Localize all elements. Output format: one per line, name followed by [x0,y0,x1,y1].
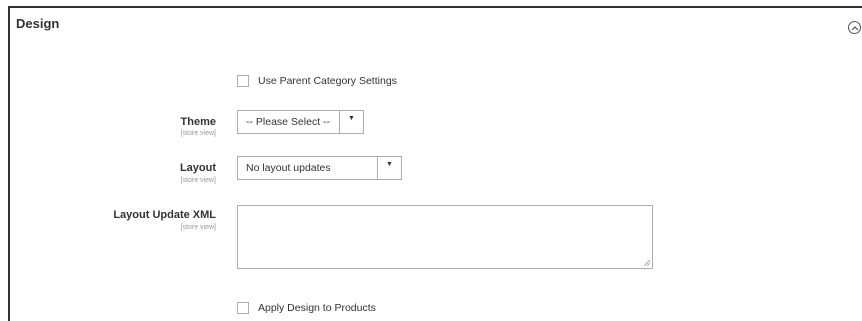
collapse-button[interactable] [848,21,861,34]
use-parent-category-label[interactable]: Use Parent Category Settings [258,75,397,87]
chevron-down-icon: ▼ [348,115,355,122]
theme-label: Theme [180,116,216,128]
chevron-down-icon: ▼ [386,161,393,168]
resize-handle-icon[interactable] [644,260,650,266]
layout-select[interactable]: No layout updates ▼ [237,156,402,180]
layout-label: Layout [179,162,216,174]
theme-select-toggle[interactable]: ▼ [339,111,363,133]
layout-xml-textarea[interactable] [237,205,653,269]
chevron-up-circle-icon [851,26,859,31]
layout-select-toggle[interactable]: ▼ [377,157,401,179]
theme-select[interactable]: -- Please Select -- ▼ [237,110,364,134]
section-title[interactable]: Design [16,16,59,31]
apply-design-label[interactable]: Apply Design to Products [258,302,376,314]
theme-select-value: -- Please Select -- [246,116,331,128]
layout-xml-scope: [store view] [180,224,216,231]
use-parent-category-checkbox[interactable] [237,75,249,87]
apply-design-checkbox[interactable] [237,302,249,314]
theme-scope: [store view] [180,130,216,137]
layout-select-value: No layout updates [246,162,331,174]
layout-scope: [store view] [180,177,216,184]
layout-xml-label: Layout Update XML [113,209,216,221]
